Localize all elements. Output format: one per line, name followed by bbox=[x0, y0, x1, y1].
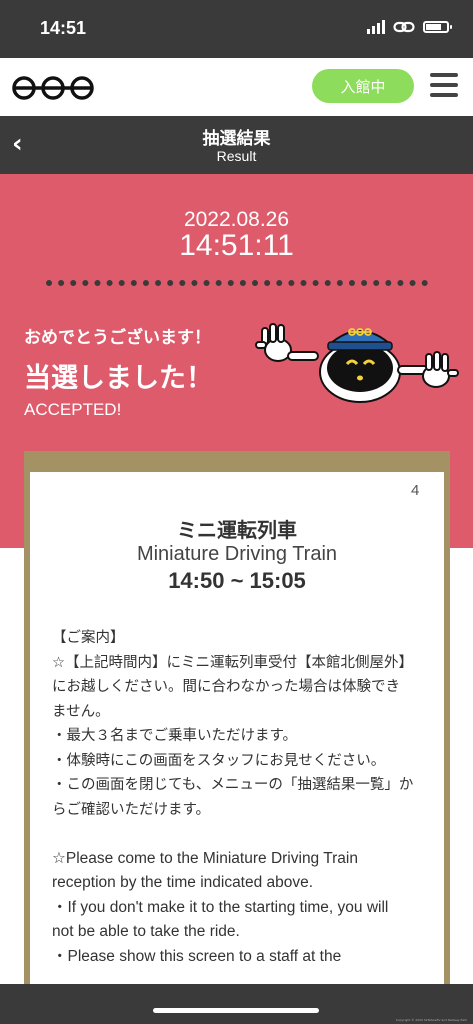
dotted-divider bbox=[46, 280, 428, 286]
status-time: 14:51 bbox=[40, 18, 87, 38]
guide-en-line: ・If you don't make it to the starting ti… bbox=[52, 898, 389, 941]
ticket-number: 4 bbox=[411, 482, 420, 499]
guide-jp-line: ・この画面を閉じても、メニューの「抽選結果一覧」からご確認いただけます。 bbox=[52, 777, 414, 818]
ticket-title-jp: ミニ運転列車 bbox=[177, 518, 297, 542]
guide-en-line: ・Please show this screen to a staff at t… bbox=[52, 947, 342, 965]
page-subtitle: Result bbox=[216, 148, 257, 164]
ticket-title-en: Miniature Driving Train bbox=[136, 543, 338, 565]
ticket-time-range: 14:50 ~ 15:05 bbox=[168, 568, 306, 593]
guide-jp-line: ・最大３名までご乗車いただけます。 bbox=[52, 728, 298, 744]
status-bar: 14:51 bbox=[0, 0, 473, 58]
accepted-text: ACCEPTED! bbox=[24, 400, 122, 419]
ticket-guide: 【ご案内】 ☆【上記時間内】にミニ運転列車受付【本館北側屋外】にお越しください。… bbox=[52, 626, 414, 969]
status-icons bbox=[367, 20, 452, 34]
home-indicator[interactable] bbox=[153, 1008, 319, 1013]
logo-icon bbox=[12, 76, 94, 100]
entry-status-button[interactable]: 入館中 bbox=[312, 69, 414, 103]
result-time: 14:51:11 bbox=[179, 229, 294, 262]
guide-en-line: ☆Please come to the Miniature Driving Tr… bbox=[52, 849, 358, 892]
guide-jp-line: ☆【上記時間内】にミニ運転列車受付【本館北側屋外】にお越しください。間に合わなか… bbox=[52, 654, 413, 720]
mascot-conductor-icon bbox=[255, 323, 459, 403]
menu-icon[interactable] bbox=[430, 73, 458, 97]
signal-icon bbox=[367, 20, 385, 34]
guide-heading: 【ご案内】 bbox=[52, 630, 125, 646]
copyright-text: Copyright © 2022 SCMAGLEV and Railway Pa… bbox=[395, 1018, 467, 1022]
link-icon bbox=[393, 21, 415, 33]
guide-jp-line: ・体験時にこの画面をスタッフにお見せください。 bbox=[52, 752, 386, 769]
won-text: 当選しました！ bbox=[24, 363, 213, 394]
page-title: 抽選結果 bbox=[202, 129, 271, 149]
congrats-text: おめでとうございます！ bbox=[24, 328, 211, 348]
battery-icon bbox=[423, 21, 452, 33]
